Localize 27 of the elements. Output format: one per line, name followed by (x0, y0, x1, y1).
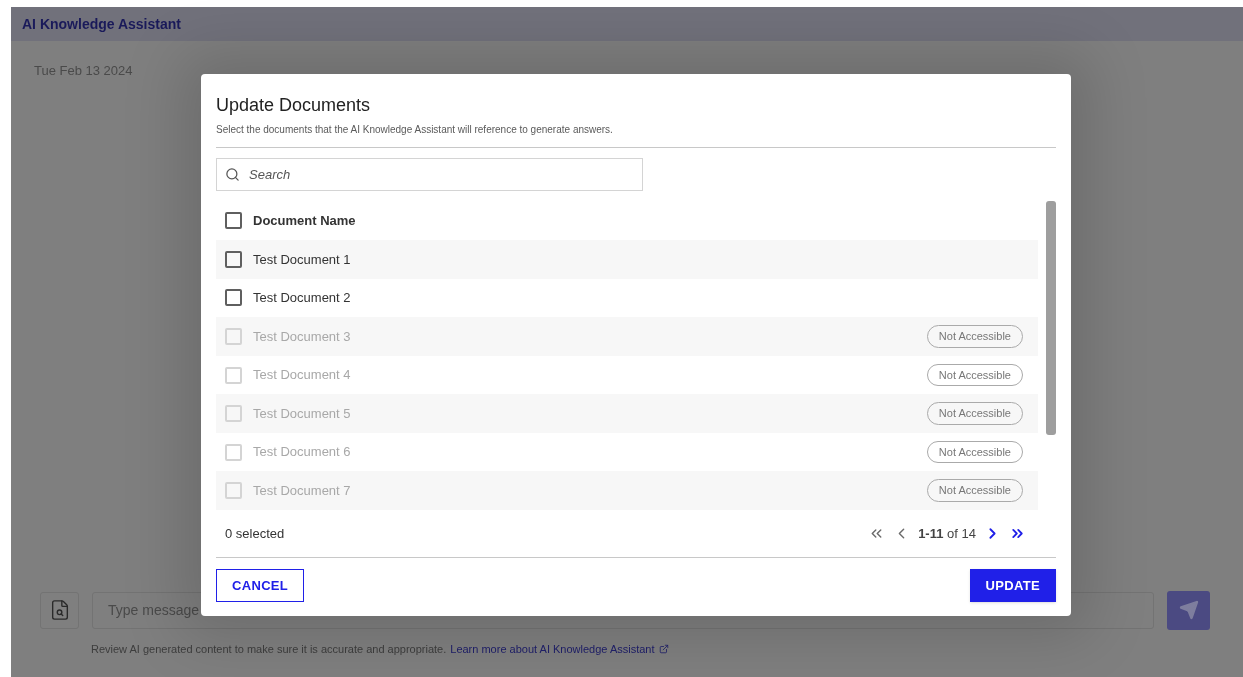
paper-plane-icon (1178, 600, 1199, 620)
checkbox[interactable] (225, 212, 242, 229)
dialog-subtitle: Select the documents that the AI Knowledge Assistant will reference to generate answers. (216, 123, 614, 137)
external-link-icon (658, 643, 669, 654)
update-button[interactable]: UPDATE (969, 569, 1056, 602)
document-name: Test Document 1 (253, 250, 351, 269)
documents-button[interactable] (40, 591, 79, 629)
app-title: AI Knowledge Assistant (22, 14, 181, 34)
column-header: Document Name (253, 211, 356, 230)
document-row[interactable]: Test Document 1 (216, 240, 1038, 279)
checkbox[interactable] (225, 250, 242, 268)
selected-count: 0 selected (225, 524, 285, 543)
document-name: Test Document 2 (253, 289, 351, 308)
checkbox[interactable] (225, 289, 242, 307)
search-icon (225, 167, 240, 182)
document-name: Test Document 4 (253, 366, 351, 385)
page-total: of 14 (947, 525, 976, 541)
cancel-button[interactable]: CANCEL (216, 569, 305, 602)
send-button[interactable] (1167, 590, 1210, 630)
document-name: Test Document 6 (253, 443, 351, 462)
search-field[interactable]: Search (216, 158, 643, 191)
page-range: 1-11 (918, 525, 944, 541)
document-name: Test Document 3 (253, 327, 351, 346)
dialog-title: Update Documents (216, 94, 372, 117)
document-name: Test Document 5 (253, 404, 351, 423)
learn-more-link[interactable]: Learn more about AI Knowledge Assistant (450, 640, 655, 657)
document-name: Test Document 7 (253, 482, 351, 500)
